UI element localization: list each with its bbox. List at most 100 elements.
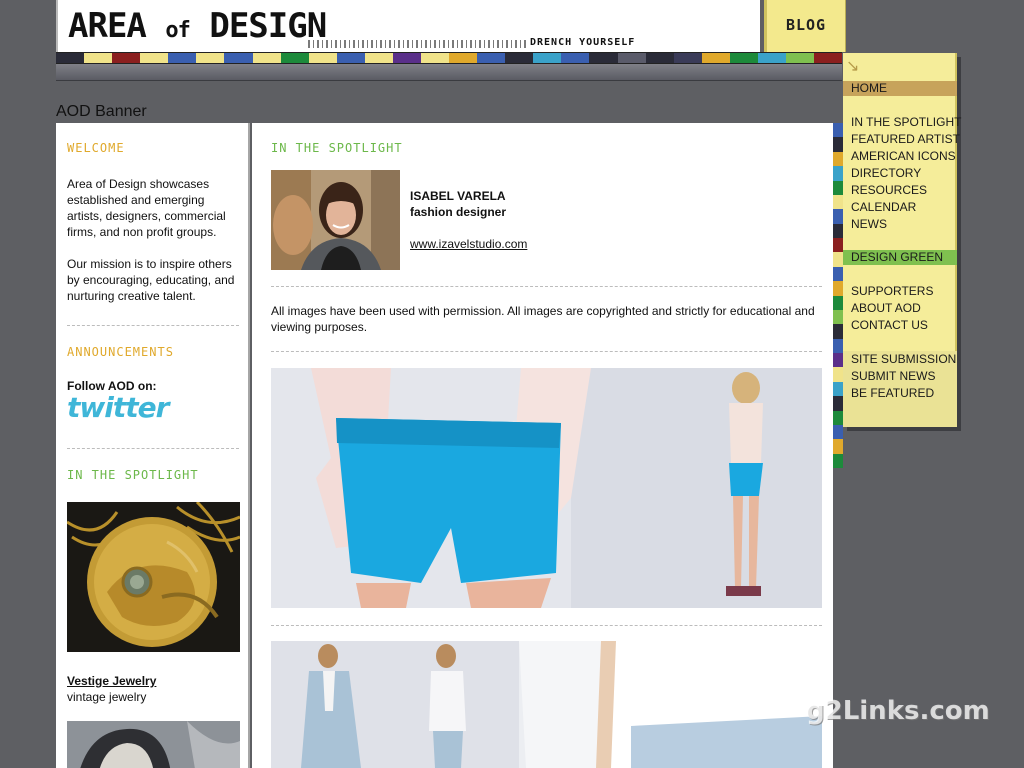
artist-website-link[interactable]: www.izavelstudio.com xyxy=(410,236,710,252)
logo-word-area: AREA xyxy=(68,6,147,46)
color-block xyxy=(833,223,843,238)
color-block xyxy=(833,180,843,195)
color-block xyxy=(833,194,843,210)
nav-item-submit-news[interactable]: SUBMIT NEWS xyxy=(843,369,957,384)
color-block xyxy=(833,367,843,382)
site-logo[interactable]: AREA of DESIGN xyxy=(68,6,327,51)
header-color-strip xyxy=(56,52,843,64)
next-spotlight-image[interactable] xyxy=(67,721,240,768)
logo-texture xyxy=(308,40,528,48)
nav-item-contact-us[interactable]: CONTACT US xyxy=(843,318,957,333)
nav-item-directory[interactable]: DIRECTORY xyxy=(843,166,957,181)
aod-banner-label: AOD Banner xyxy=(56,103,147,120)
color-block xyxy=(196,53,225,63)
color-block xyxy=(833,252,843,267)
color-block xyxy=(533,53,562,63)
welcome-text-2: Our mission is to inspire others by enco… xyxy=(67,257,235,303)
twitter-link[interactable]: twitter xyxy=(67,391,239,424)
color-block xyxy=(449,53,478,63)
color-block xyxy=(833,424,843,440)
header-grey-bar xyxy=(56,64,842,81)
color-block xyxy=(833,266,843,282)
color-block xyxy=(224,53,253,63)
color-block xyxy=(477,53,506,63)
artist-name: ISABEL VARELA xyxy=(410,189,506,203)
nav-item-design-green[interactable]: DESIGN GREEN xyxy=(843,250,957,265)
color-block xyxy=(786,53,815,63)
welcome-text-1: Area of Design showcases established and… xyxy=(67,177,226,239)
artist-portrait[interactable] xyxy=(271,170,400,270)
color-block xyxy=(421,53,450,63)
divider xyxy=(67,325,239,326)
color-block xyxy=(833,353,843,368)
twitter-logo: twitter xyxy=(67,391,169,424)
fashion-photo-shorts[interactable] xyxy=(271,368,822,608)
fashion-photo-suits[interactable] xyxy=(271,641,822,768)
color-block xyxy=(833,137,843,152)
nav-item-supporters[interactable]: SUPPORTERS xyxy=(843,284,957,299)
nav-item-in-the-spotlight[interactable]: IN THE SPOTLIGHT xyxy=(843,115,961,130)
color-block xyxy=(392,53,422,63)
color-block xyxy=(589,53,618,63)
announcements-heading: ANNOUNCEMENTS xyxy=(67,345,174,359)
color-block xyxy=(701,53,730,63)
color-block xyxy=(140,53,169,63)
color-block xyxy=(561,53,590,63)
color-block xyxy=(833,281,843,296)
left-sidebar: WELCOME Area of Design showcases establi… xyxy=(56,123,250,768)
color-block xyxy=(833,123,843,138)
main-content: IN THE SPOTLIGHT ISABEL VARELA fashion d… xyxy=(252,123,833,768)
welcome-heading: WELCOME xyxy=(67,141,125,155)
color-block xyxy=(833,381,843,397)
color-block xyxy=(617,53,646,63)
nav-item-news[interactable]: NEWS xyxy=(843,217,957,232)
vestige-jewelry-image[interactable] xyxy=(66,500,241,652)
main-navigation: ↘ HOME IN THE SPOTLIGHT FEATURED ARTIST AME… xyxy=(843,53,961,427)
divider xyxy=(67,448,239,449)
nav-item-resources[interactable]: RESOURCES xyxy=(843,183,957,198)
nav-item-home[interactable]: HOME xyxy=(843,81,957,96)
site-tagline: DRENCH YOURSELF xyxy=(530,37,636,48)
color-block xyxy=(833,453,843,468)
vestige-jewelry-link[interactable]: Vestige Jewelry xyxy=(67,673,239,689)
arrow-down-right-icon: ↘ xyxy=(846,58,860,75)
divider xyxy=(271,286,822,287)
color-block xyxy=(56,53,85,63)
artist-role: fashion designer xyxy=(410,205,507,219)
nav-item-american-icons[interactable]: AMERICAN ICONS xyxy=(843,149,957,164)
color-block xyxy=(308,53,337,63)
spotlight-heading-left: IN THE SPOTLIGHT xyxy=(67,468,199,482)
site-header: AREA of DESIGN DRENCH YOURSELF xyxy=(56,0,760,52)
nav-color-strip xyxy=(833,123,843,468)
color-block xyxy=(833,166,843,181)
nav-item-be-featured[interactable]: BE FEATURED xyxy=(843,386,957,401)
color-block xyxy=(84,53,113,63)
color-block xyxy=(833,439,843,454)
color-block xyxy=(833,309,843,325)
color-block xyxy=(833,338,843,353)
nav-item-about-aod[interactable]: ABOUT AOD xyxy=(843,301,957,316)
nav-item-featured-artist[interactable]: FEATURED ARTIST xyxy=(843,132,960,147)
color-block xyxy=(833,324,843,339)
nav-item-calendar[interactable]: CALENDAR xyxy=(843,200,957,215)
color-block xyxy=(336,53,365,63)
color-block xyxy=(833,295,843,310)
color-block xyxy=(252,53,281,63)
color-block xyxy=(645,53,674,63)
spotlight-heading-main: IN THE SPOTLIGHT xyxy=(271,141,403,155)
nav-item-site-submission[interactable]: SITE SUBMISSION xyxy=(843,352,957,367)
color-block xyxy=(833,410,843,425)
color-block xyxy=(833,396,843,411)
vestige-jewelry-subtitle: vintage jewelry xyxy=(67,690,147,704)
color-block xyxy=(833,151,843,167)
color-block xyxy=(168,53,197,63)
copyright-disclaimer: All images have been used with permissio… xyxy=(271,304,815,334)
blog-tab[interactable]: BLOG xyxy=(764,0,846,52)
color-block xyxy=(505,53,534,63)
color-block xyxy=(833,238,843,253)
color-block xyxy=(673,53,702,63)
color-block xyxy=(112,53,141,63)
color-block xyxy=(364,53,393,63)
logo-word-of: of xyxy=(165,18,190,43)
blog-tab-label: BLOG xyxy=(785,16,827,34)
